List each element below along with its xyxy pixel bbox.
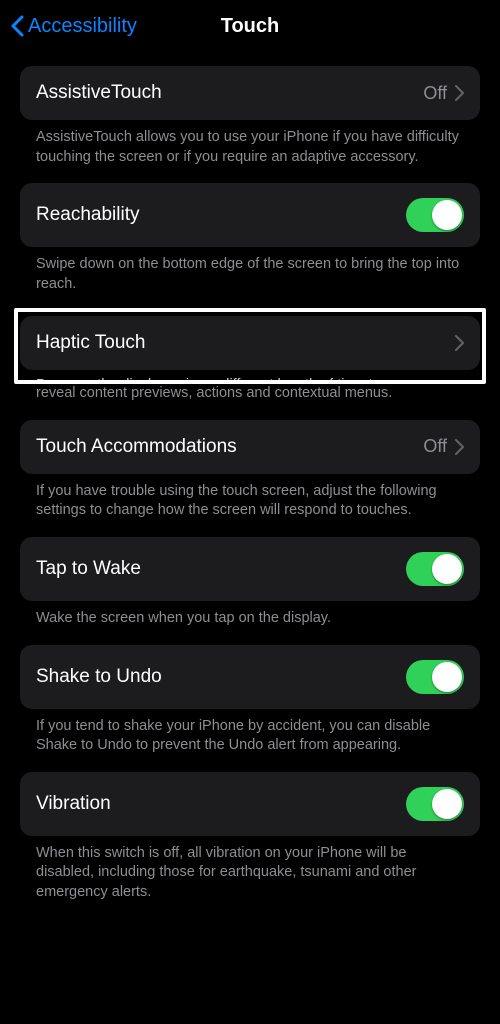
row-tap-to-wake[interactable]: Tap to Wake bbox=[20, 537, 480, 601]
row-label: Reachability bbox=[36, 204, 140, 226]
row-footer: AssistiveTouch allows you to use your iP… bbox=[20, 120, 480, 167]
row-value: Off bbox=[423, 436, 447, 457]
group-vibration: Vibration When this switch is off, all v… bbox=[20, 772, 480, 903]
row-assistivetouch[interactable]: AssistiveTouch Off bbox=[20, 66, 480, 120]
row-label: Shake to Undo bbox=[36, 666, 162, 688]
chevron-right-icon bbox=[455, 85, 464, 101]
content: AssistiveTouch Off AssistiveTouch allows… bbox=[0, 52, 500, 902]
back-button[interactable]: Accessibility bbox=[10, 15, 137, 38]
row-reachability[interactable]: Reachability bbox=[20, 183, 480, 247]
row-label: Tap to Wake bbox=[36, 558, 141, 580]
row-touch-accommodations[interactable]: Touch Accommodations Off bbox=[20, 420, 480, 474]
row-footer: When this switch is off, all vibration o… bbox=[20, 836, 480, 903]
toggle-reachability[interactable] bbox=[406, 198, 464, 232]
row-footer-clipped: Press on the display using a different l… bbox=[20, 370, 480, 380]
row-label: AssistiveTouch bbox=[36, 82, 162, 104]
row-footer: If you tend to shake your iPhone by acci… bbox=[20, 709, 480, 756]
highlight-box: Haptic Touch Press on the display using … bbox=[14, 308, 486, 384]
row-footer: reveal content previews, actions and con… bbox=[20, 382, 480, 404]
row-value: Off bbox=[423, 83, 447, 104]
row-label: Haptic Touch bbox=[36, 332, 146, 354]
back-label: Accessibility bbox=[28, 15, 137, 38]
row-vibration[interactable]: Vibration bbox=[20, 772, 480, 836]
chevron-right-icon bbox=[455, 439, 464, 455]
chevron-left-icon bbox=[10, 15, 24, 37]
chevron-right-icon bbox=[455, 335, 464, 351]
toggle-shake-to-undo[interactable] bbox=[406, 660, 464, 694]
row-label: Touch Accommodations bbox=[36, 436, 237, 458]
row-footer: Swipe down on the bottom edge of the scr… bbox=[20, 247, 480, 294]
group-assistivetouch: AssistiveTouch Off AssistiveTouch allows… bbox=[20, 66, 480, 167]
group-tap-to-wake: Tap to Wake Wake the screen when you tap… bbox=[20, 537, 480, 629]
group-touch-accommodations: Touch Accommodations Off If you have tro… bbox=[20, 420, 480, 521]
row-label: Vibration bbox=[36, 793, 111, 815]
row-footer: Wake the screen when you tap on the disp… bbox=[20, 601, 480, 629]
navbar: Accessibility Touch bbox=[0, 0, 500, 52]
toggle-vibration[interactable] bbox=[406, 787, 464, 821]
group-shake-to-undo: Shake to Undo If you tend to shake your … bbox=[20, 645, 480, 756]
toggle-tap-to-wake[interactable] bbox=[406, 552, 464, 586]
row-haptic-touch[interactable]: Haptic Touch bbox=[20, 316, 480, 370]
group-haptic-touch: Haptic Touch Press on the display using … bbox=[20, 308, 480, 404]
group-reachability: Reachability Swipe down on the bottom ed… bbox=[20, 183, 480, 294]
row-shake-to-undo[interactable]: Shake to Undo bbox=[20, 645, 480, 709]
row-footer: If you have trouble using the touch scre… bbox=[20, 474, 480, 521]
